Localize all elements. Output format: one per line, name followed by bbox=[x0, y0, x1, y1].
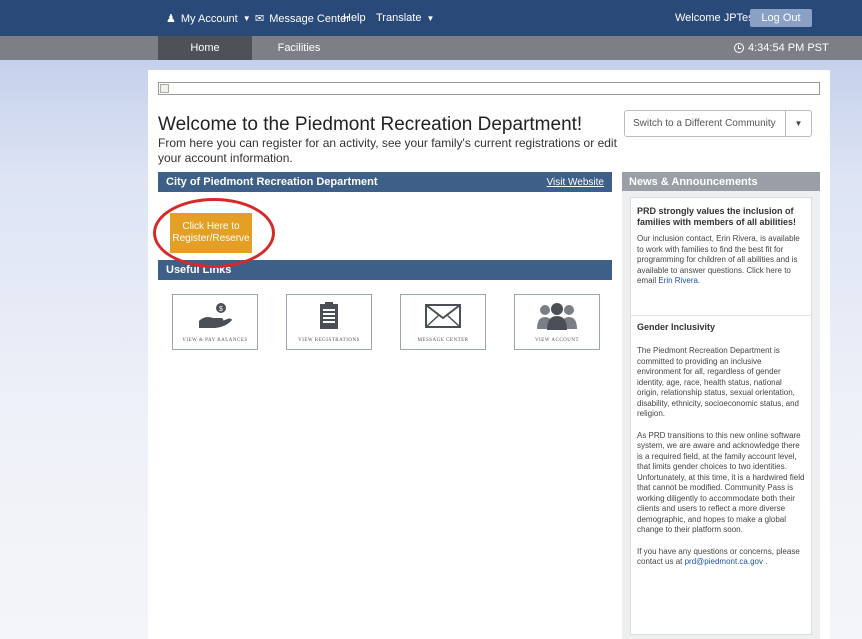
chevron-down-icon: ▼ bbox=[785, 111, 811, 136]
caret-down-icon: ▼ bbox=[242, 14, 251, 23]
main-nav-bar: Home Facilities 4:34:54 PM PST bbox=[0, 36, 862, 60]
contact-email-link[interactable]: prd@piedmont.ca.gov . bbox=[685, 557, 768, 566]
top-account-bar: ♟ My Account ▼ ✉ Message Center Help Tra… bbox=[0, 0, 862, 36]
news-item-text: The Piedmont Recreation Department is co… bbox=[637, 346, 800, 418]
news-item-title: Gender Inclusivity bbox=[637, 322, 716, 332]
news-item-title: PRD strongly values the inclusion of fam… bbox=[637, 206, 797, 227]
page-subtitle: From here you can register for an activi… bbox=[158, 136, 617, 165]
translate-menu[interactable]: Translate ▼ bbox=[376, 12, 434, 24]
news-item-text: As PRD transitions to this new online so… bbox=[637, 430, 805, 535]
page-title: Welcome to the Piedmont Recreation Depar… bbox=[158, 114, 583, 135]
news-item-gender: Gender Inclusivity The Piedmont Recreati… bbox=[631, 315, 811, 568]
welcome-text: Welcome JPTest bbox=[675, 12, 757, 24]
svg-text:$: $ bbox=[219, 306, 223, 313]
view-account-tile[interactable]: VIEW ACCOUNT bbox=[514, 294, 600, 350]
view-registrations-tile[interactable]: VIEW REGISTRATIONS bbox=[286, 294, 372, 350]
tab-facilities[interactable]: Facilities bbox=[252, 36, 346, 60]
message-center-tile[interactable]: MESSAGE CENTER bbox=[400, 294, 486, 350]
banner-image bbox=[158, 82, 820, 95]
logout-button[interactable]: Log Out bbox=[750, 9, 812, 27]
news-header: News & Announcements bbox=[622, 172, 820, 191]
news-item-text: Our inclusion contact, Erin Rivera, is a… bbox=[637, 234, 800, 285]
visit-website-link[interactable]: Visit Website bbox=[547, 177, 604, 188]
dept-section-header: City of Piedmont Recreation Department V… bbox=[158, 172, 612, 192]
my-account-menu[interactable]: ♟ My Account ▼ bbox=[166, 12, 251, 26]
highlight-circle bbox=[153, 198, 275, 268]
user-icon: ♟ bbox=[166, 13, 176, 25]
news-list: PRD strongly values the inclusion of fam… bbox=[630, 197, 812, 635]
tab-home[interactable]: Home bbox=[158, 36, 252, 60]
people-icon bbox=[515, 301, 599, 331]
envelope-icon: ✉ bbox=[255, 13, 265, 25]
news-panel: PRD strongly values the inclusion of fam… bbox=[622, 191, 820, 639]
main-content-card: Welcome to the Piedmont Recreation Depar… bbox=[148, 70, 830, 639]
news-item-inclusion: PRD strongly values the inclusion of fam… bbox=[631, 206, 811, 287]
email-erin-rivera-link[interactable]: Erin Rivera. bbox=[658, 276, 700, 285]
hand-coin-icon: $ bbox=[173, 301, 257, 331]
message-center-link[interactable]: ✉ Message Center bbox=[255, 12, 350, 26]
community-select[interactable]: Switch to a Different Community ▼ bbox=[624, 110, 812, 137]
clipboard-icon bbox=[287, 301, 371, 331]
caret-down-icon: ▼ bbox=[426, 13, 435, 23]
news-item-text: If you have any questions or concerns, p… bbox=[637, 546, 800, 567]
server-clock: 4:34:54 PM PST bbox=[734, 36, 829, 60]
clock-icon bbox=[734, 43, 744, 53]
broken-image-icon bbox=[160, 84, 169, 93]
help-link[interactable]: Help bbox=[343, 12, 366, 24]
view-pay-balances-tile[interactable]: $ VIEW & PAY BALANCES bbox=[172, 294, 258, 350]
envelope-icon bbox=[401, 301, 485, 331]
